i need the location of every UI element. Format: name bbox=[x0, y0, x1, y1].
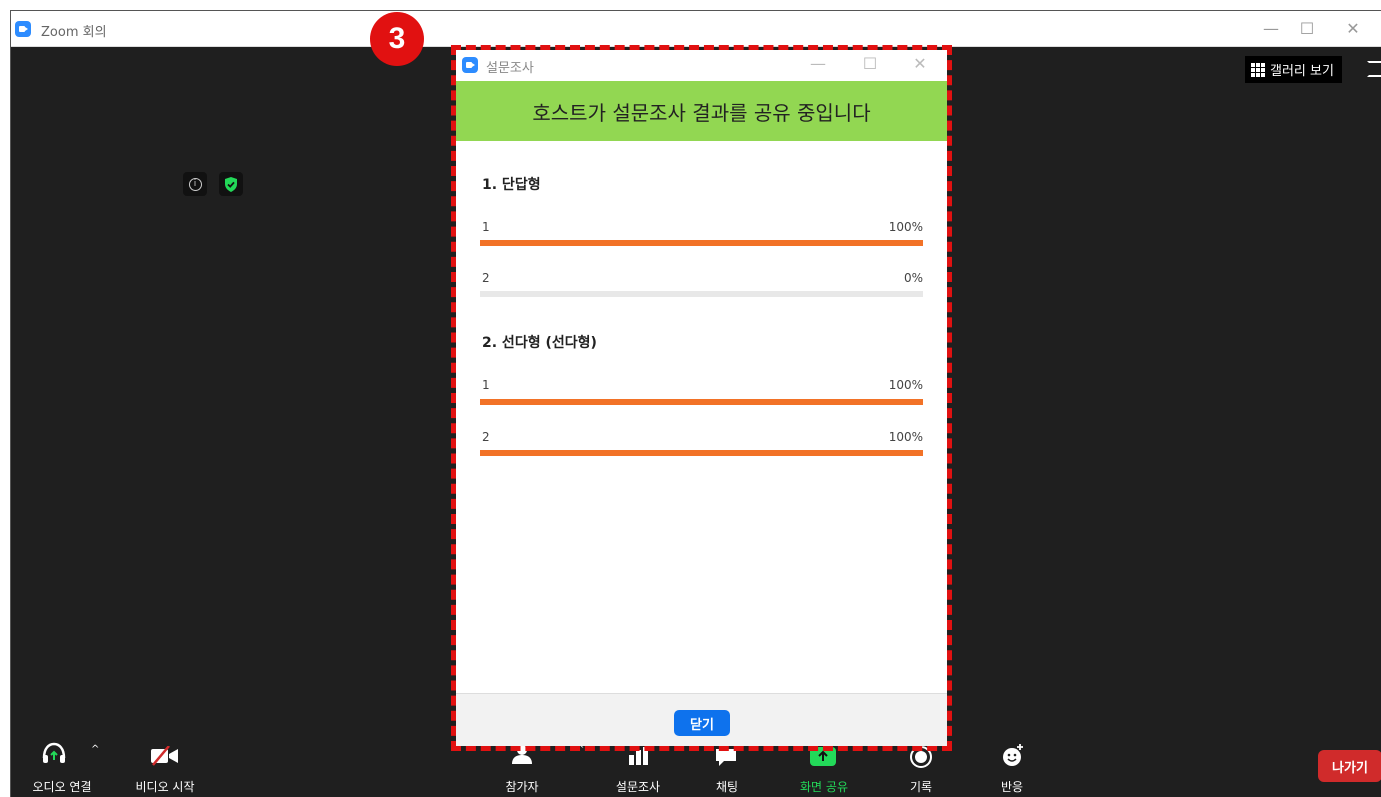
chat-icon bbox=[716, 749, 736, 766]
option-label: 1 bbox=[482, 220, 490, 234]
record-label: 기록 bbox=[909, 780, 933, 794]
fullscreen-icon[interactable] bbox=[1367, 61, 1381, 77]
poll-title-bar: 설문조사 — ☐ ✕ bbox=[456, 50, 947, 80]
zoom-logo-icon bbox=[462, 57, 478, 73]
audio-label: 오디오 연결 bbox=[32, 780, 92, 794]
bar-chart-icon bbox=[629, 747, 648, 765]
option-percent: 100% bbox=[888, 430, 923, 444]
leave-meeting-button[interactable]: 나가기 bbox=[1318, 750, 1381, 782]
option-percent: 100% bbox=[888, 378, 923, 392]
chat-label: 채팅 bbox=[715, 780, 739, 794]
security-shield-icon[interactable] bbox=[219, 172, 243, 196]
share-screen-icon bbox=[810, 747, 836, 766]
polls-label: 설문조사 bbox=[615, 780, 661, 794]
poll-window-title: 설문조사 bbox=[486, 61, 534, 76]
share-screen-button[interactable] bbox=[809, 745, 837, 771]
share-screen-label: 화면 공유 bbox=[800, 780, 848, 794]
headphone-icon bbox=[42, 742, 66, 763]
gallery-view-label: 갤러리 보기 bbox=[1270, 64, 1334, 79]
result-bar bbox=[480, 399, 923, 405]
title-bar: Zoom 회의 — ☐ ✕ bbox=[11, 11, 1381, 47]
poll-maximize-icon[interactable]: ☐ bbox=[858, 54, 882, 73]
maximize-icon[interactable]: ☐ bbox=[1295, 19, 1319, 38]
reactions-label: 반응 bbox=[1000, 780, 1024, 794]
audio-button[interactable] bbox=[41, 742, 67, 768]
close-window-icon[interactable]: ✕ bbox=[1341, 19, 1365, 38]
poll-footer: 닫기 bbox=[456, 693, 947, 746]
result-bar bbox=[480, 450, 923, 456]
poll-minimize-icon[interactable]: — bbox=[806, 54, 830, 73]
participants-button[interactable] bbox=[508, 743, 536, 769]
grid-icon bbox=[1251, 62, 1265, 77]
smiley-add-icon bbox=[1003, 744, 1023, 766]
minimize-icon[interactable]: — bbox=[1259, 19, 1283, 38]
question-title: 1. 단답형 bbox=[482, 177, 541, 193]
gallery-view-button[interactable]: 갤러리 보기 bbox=[1245, 56, 1342, 83]
poll-results-window: 설문조사 — ☐ ✕ 호스트가 설문조사 결과를 공유 중입니다 1. 단답형 … bbox=[456, 50, 947, 746]
chat-button[interactable] bbox=[714, 747, 738, 771]
result-bar bbox=[480, 291, 923, 297]
participants-icon bbox=[512, 745, 532, 764]
meeting-info-icon[interactable]: i bbox=[183, 172, 207, 196]
reactions-button[interactable] bbox=[1001, 743, 1025, 771]
record-icon bbox=[910, 746, 932, 768]
result-bar bbox=[480, 240, 923, 246]
window-title: Zoom 회의 bbox=[41, 25, 107, 40]
option-label: 2 bbox=[482, 271, 490, 285]
option-percent: 0% bbox=[903, 271, 923, 285]
poll-sharing-banner: 호스트가 설문조사 결과를 공유 중입니다 bbox=[456, 81, 947, 141]
record-button[interactable] bbox=[909, 745, 933, 773]
audio-options-chevron-icon[interactable]: ^ bbox=[91, 744, 99, 755]
close-poll-button[interactable]: 닫기 bbox=[674, 710, 730, 736]
option-percent: 100% bbox=[888, 220, 923, 234]
polls-button[interactable] bbox=[627, 747, 649, 769]
step-badge: 3 bbox=[370, 12, 424, 66]
poll-close-icon[interactable]: ✕ bbox=[908, 54, 932, 73]
option-label: 2 bbox=[482, 430, 490, 444]
question-title: 2. 선다형 (선다형) bbox=[482, 335, 597, 351]
participants-label: 참가자 bbox=[505, 780, 539, 794]
video-off-icon bbox=[151, 745, 178, 766]
zoom-logo-icon bbox=[15, 21, 31, 37]
option-label: 1 bbox=[482, 378, 490, 392]
video-button[interactable] bbox=[150, 745, 180, 770]
video-label: 비디오 시작 bbox=[135, 780, 195, 794]
